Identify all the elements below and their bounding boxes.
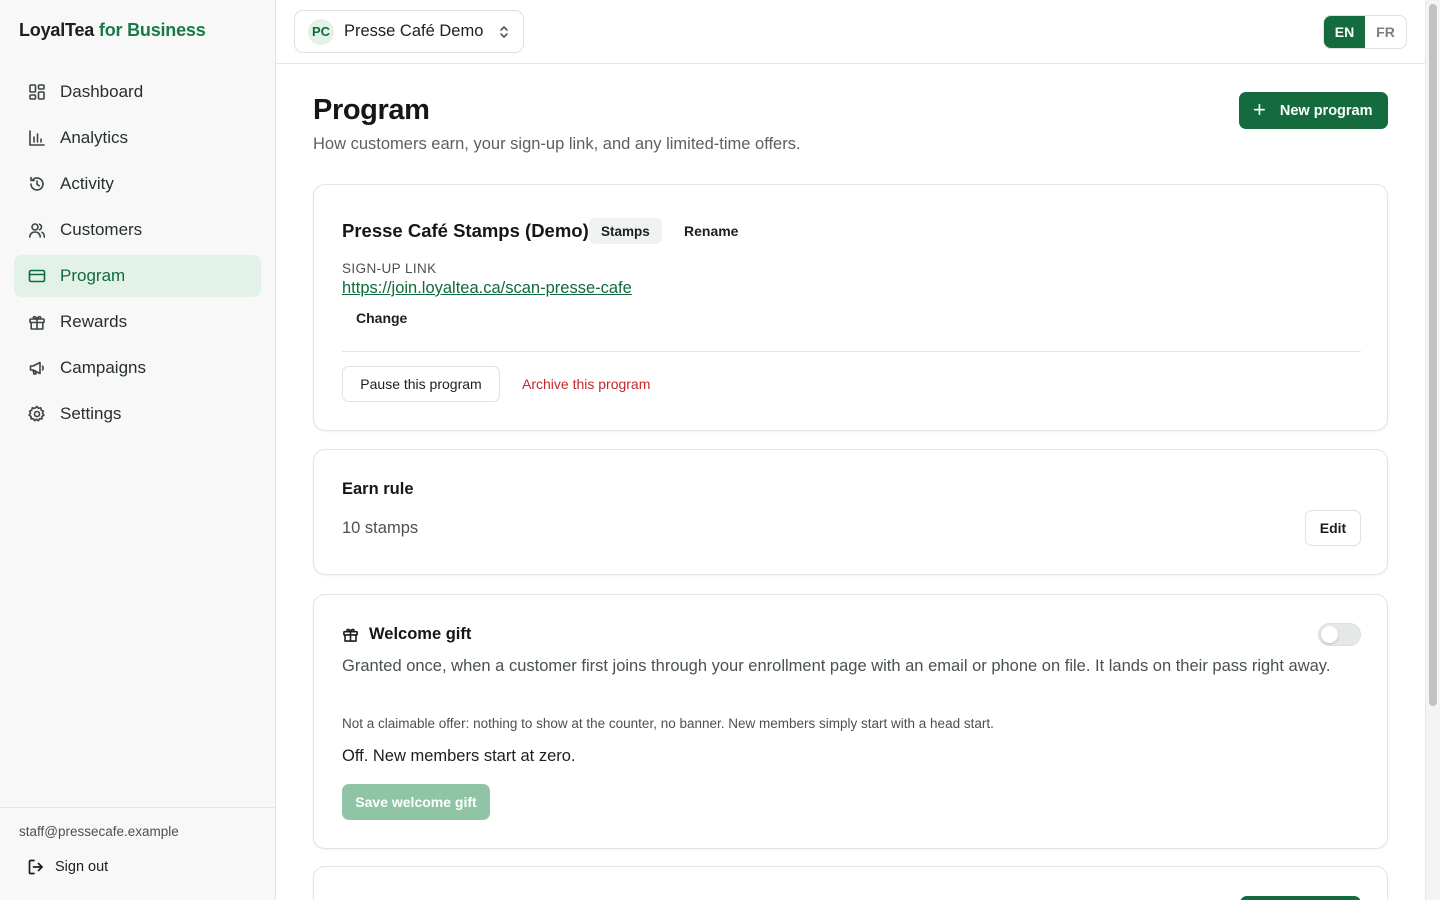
sign-out-label: Sign out (55, 859, 109, 875)
rewards-icon (28, 313, 46, 331)
sidebar-item-label: Customers (60, 220, 143, 239)
program-icon (28, 267, 46, 285)
dashboard-icon (28, 83, 46, 101)
sidebar: LoyalTea for Business Dashboard Analytic… (0, 0, 276, 900)
sidebar-item-label: Campaigns (60, 358, 146, 377)
sidebar-item-customers[interactable]: Customers (14, 209, 261, 251)
sidebar-item-label: Rewards (60, 312, 128, 331)
activity-icon (28, 175, 46, 193)
business-name: Presse Café Demo (344, 22, 484, 40)
earn-rule-card: Earn rule 10 stamps Edit (313, 449, 1388, 575)
edit-earn-rule-button[interactable]: Edit (1305, 510, 1361, 546)
analytics-icon (28, 129, 46, 147)
program-type-badge: Stamps (589, 218, 662, 244)
customers-icon (28, 221, 46, 239)
sign-out-button[interactable]: Sign out (27, 858, 108, 876)
page-subtitle: How customers earn, your sign-up link, a… (313, 135, 801, 153)
scrollbar-thumb[interactable] (1429, 4, 1437, 706)
program-name: Presse Café Stamps (Demo) (342, 220, 589, 241)
business-switcher[interactable]: PC Presse Café Demo (294, 10, 524, 53)
sidebar-item-analytics[interactable]: Analytics (14, 117, 261, 159)
sidebar-item-campaigns[interactable]: Campaigns (14, 347, 261, 389)
sidebar-item-dashboard[interactable]: Dashboard (14, 71, 261, 113)
welcome-gift-header: Welcome gift (342, 625, 471, 644)
save-welcome-gift-button[interactable]: Save welcome gift (342, 784, 490, 820)
earn-rule-title: Earn rule (342, 480, 414, 498)
business-avatar: PC (308, 18, 334, 45)
sign-out-icon (28, 859, 43, 875)
change-link-button[interactable]: Change (356, 310, 407, 326)
campaigns-icon (28, 359, 46, 377)
rename-button[interactable]: Rename (684, 223, 738, 239)
welcome-gift-description: Granted once, when a customer first join… (342, 657, 1331, 675)
new-program-label: New program (1279, 102, 1373, 119)
sidebar-footer: staff@pressecafe.example Sign out (0, 807, 275, 900)
plus-icon: + (1253, 96, 1266, 122)
next-card (313, 866, 1388, 900)
signup-link-label: SIGN-UP LINK (342, 261, 437, 276)
sidebar-item-settings[interactable]: Settings (14, 393, 261, 435)
divider (342, 351, 1361, 352)
welcome-gift-note: Not a claimable offer: nothing to show a… (342, 716, 994, 731)
program-card: Presse Café Stamps (Demo) Stamps Rename … (313, 184, 1388, 431)
sidebar-item-activity[interactable]: Activity (14, 163, 261, 205)
earn-rule-value: 10 stamps (342, 519, 419, 537)
language-switcher: EN FR (1323, 15, 1407, 49)
welcome-gift-status: Off. New members start at zero. (342, 747, 576, 765)
brand-name: LoyalTea (19, 20, 95, 40)
sidebar-item-rewards[interactable]: Rewards (14, 301, 261, 343)
sidebar-item-program[interactable]: Program (14, 255, 261, 297)
toggle-knob (1321, 626, 1338, 643)
next-card-button[interactable] (1240, 896, 1361, 900)
lang-fr-button[interactable]: FR (1365, 16, 1406, 48)
chevron-up-down-icon (497, 24, 511, 40)
brand-logo[interactable]: LoyalTea for Business (19, 20, 206, 41)
brand-suffix: for Business (98, 20, 206, 40)
new-program-button[interactable]: + New program (1239, 92, 1388, 129)
sidebar-item-label: Program (60, 266, 126, 285)
page-title: Program (313, 94, 430, 126)
welcome-gift-card: Welcome gift Granted once, when a custom… (313, 594, 1388, 849)
lang-en-button[interactable]: EN (1324, 16, 1365, 48)
archive-program-button[interactable]: Archive this program (522, 376, 650, 392)
pause-program-button[interactable]: Pause this program (342, 366, 500, 402)
signup-link[interactable]: https://join.loyaltea.ca/scan-presse-caf… (342, 279, 632, 298)
sidebar-nav: Dashboard Analytics Activity Customers P… (14, 71, 261, 439)
settings-icon (28, 405, 46, 423)
gift-icon (343, 628, 358, 642)
welcome-gift-title: Welcome gift (369, 625, 472, 643)
topbar: PC Presse Café Demo EN FR (276, 0, 1425, 64)
sidebar-item-label: Settings (60, 404, 122, 423)
welcome-gift-toggle[interactable] (1318, 623, 1361, 646)
sidebar-item-label: Analytics (60, 128, 129, 147)
sidebar-item-label: Activity (60, 174, 114, 193)
user-email: staff@pressecafe.example (19, 824, 179, 839)
sidebar-item-label: Dashboard (60, 82, 144, 101)
